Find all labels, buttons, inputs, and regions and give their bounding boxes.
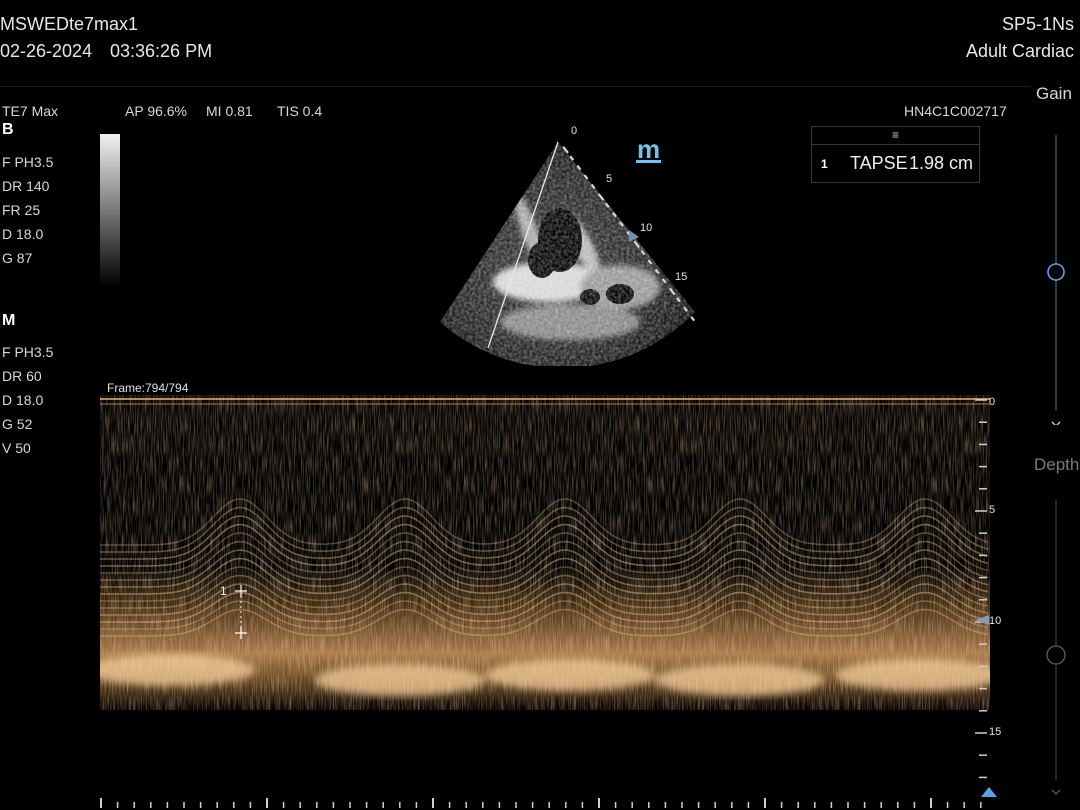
exam-date: 02-26-2024 <box>0 41 93 61</box>
gain-label: Gain <box>1036 84 1072 103</box>
time-scale <box>100 798 982 808</box>
depth-slider-knob[interactable] <box>1046 645 1066 665</box>
measurement-value: 1.98 cm <box>909 153 974 173</box>
m-mode-trace[interactable]: 1 <box>100 395 990 710</box>
measurement-row: 1 TAPSE 1.98 cm <box>812 147 979 181</box>
b-param-gain: G 87 <box>2 250 33 266</box>
depth-label-15: 15 <box>989 726 1001 738</box>
m-param-dynamic-range: DR 60 <box>2 368 42 384</box>
m-mode-icon[interactable]: m <box>636 136 662 163</box>
depth-slider[interactable] <box>1046 495 1066 800</box>
measurement-panel[interactable]: ≡ 1 TAPSE 1.98 cm <box>811 126 980 183</box>
system-name: TE7 Max <box>2 103 59 119</box>
depth-label-10: 10 <box>989 615 1001 627</box>
m-param-velocity: V 50 <box>2 440 31 456</box>
depth-label-0: 0 <box>989 396 995 408</box>
gain-slider[interactable] <box>1046 125 1066 425</box>
sector-label-5: 5 <box>606 173 612 185</box>
mechanical-index: MI 0.81 <box>206 103 253 119</box>
b-mode-params: F PH3.5 DR 140 FR 25 D 18.0 G 87 <box>2 150 53 270</box>
acoustic-power: AP 96.6% <box>125 103 188 119</box>
m-mode-params: F PH3.5 DR 60 D 18.0 G 52 V 50 <box>2 340 53 460</box>
probe-name: SP5-1Ns <box>1001 14 1074 34</box>
m-param-depth: D 18.0 <box>2 392 44 408</box>
grayscale-bar <box>100 134 120 286</box>
sector-label-10: 10 <box>640 222 652 234</box>
depth-label-5: 5 <box>989 504 995 516</box>
measurement-index: 1 <box>821 157 828 171</box>
measurement-name: TAPSE <box>850 153 908 173</box>
b-param-frame-rate: FR 25 <box>2 202 41 218</box>
m-mode-depth-scale: 0 5 10 15 <box>975 396 1001 797</box>
depth-label: Depth <box>1034 455 1080 474</box>
exam-time: 03:36:26 PM <box>110 41 213 61</box>
sector-label-15: 15 <box>675 271 687 283</box>
gain-slider-knob[interactable] <box>1047 263 1065 281</box>
b-mode-label: B <box>2 121 14 138</box>
m-mode-label: M <box>2 312 16 329</box>
m-focus-marker-icon <box>975 615 989 625</box>
b-param-depth: D 18.0 <box>2 226 44 242</box>
depth-down-arrow-icon[interactable] <box>1051 789 1061 795</box>
m-param-gain: G 52 <box>2 416 33 432</box>
gain-down-arrow-icon[interactable] <box>1051 421 1061 425</box>
sector-label-0: 0 <box>571 125 577 137</box>
drag-handle-icon[interactable]: ≡ <box>812 127 979 145</box>
thermal-index: TIS 0.4 <box>277 103 323 119</box>
header-divider <box>0 86 1030 87</box>
sector-tick <box>690 316 696 322</box>
m-param-frequency: F PH3.5 <box>2 344 54 360</box>
preset-name: Adult Cardiac <box>965 41 1074 61</box>
frame-counter: Frame:794/794 <box>107 381 189 395</box>
patient-id: MSWEDte7max1 <box>0 14 139 34</box>
serial-number: HN4C1C002717 <box>904 103 1007 119</box>
b-mode-image[interactable]: 0 5 10 15 <box>430 122 710 366</box>
caliper-label: 1 <box>220 584 227 598</box>
b-param-frequency: F PH3.5 <box>2 154 54 170</box>
b-param-dynamic-range: DR 140 <box>2 178 50 194</box>
